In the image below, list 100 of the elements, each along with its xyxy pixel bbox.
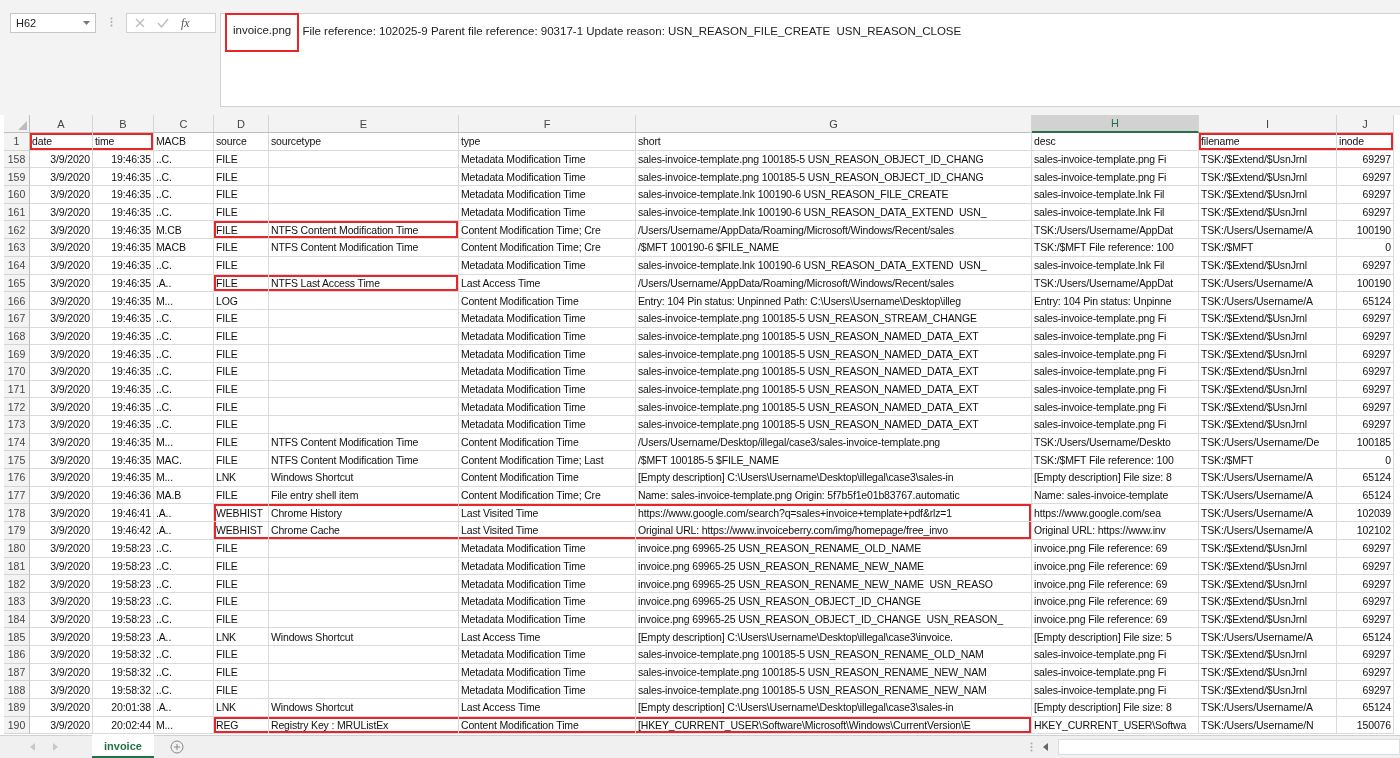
- insert-function-button[interactable]: fx: [181, 15, 190, 31]
- add-sheet-icon[interactable]: [169, 740, 184, 754]
- horizontal-scrollbar[interactable]: [1058, 739, 1400, 755]
- table-cell: 3/9/2020: [30, 203, 93, 222]
- table-cell: ..C.: [154, 681, 214, 699]
- table-cell: TSK:/Users/Username/AppDat: [1032, 221, 1199, 240]
- caret-icon[interactable]: [83, 21, 90, 25]
- table-cell: TSK:/$MFT File reference: 100: [1032, 239, 1199, 257]
- table-cell: TSK:/$Extend/$UsnJrnl: [1199, 575, 1337, 593]
- table-cell: Metadata Modification Time: [459, 168, 636, 187]
- row-number[interactable]: 179: [4, 522, 30, 540]
- column-header[interactable]: F: [459, 115, 636, 133]
- name-box[interactable]: H62: [10, 13, 96, 33]
- row-number[interactable]: 189: [4, 699, 30, 717]
- table-cell: Metadata Modification Time: [459, 186, 636, 204]
- table-cell: .A..: [154, 504, 214, 523]
- column-header[interactable]: I: [1199, 115, 1337, 133]
- scroll-left-icon[interactable]: [1043, 743, 1048, 751]
- table-cell: FILE: [214, 221, 269, 240]
- column-header[interactable]: D: [214, 115, 269, 133]
- row-number[interactable]: 162: [4, 221, 30, 240]
- table-cell: Metadata Modification Time: [459, 327, 636, 346]
- column-header[interactable]: H: [1032, 115, 1199, 133]
- row-number[interactable]: 175: [4, 451, 30, 470]
- table-cell: TSK:/$Extend/$UsnJrnl: [1199, 168, 1337, 187]
- table-cell: Name: sales-invoice-template.png Origin: 5f7b5f1e01b83767.automatic: [636, 486, 1032, 505]
- table-cell: FILE: [214, 592, 269, 611]
- column-header[interactable]: C: [154, 115, 214, 133]
- row-number[interactable]: 159: [4, 168, 30, 187]
- table-cell: invoice.png File reference: 69: [1032, 592, 1199, 611]
- table-cell: ..C.: [154, 362, 214, 381]
- column-header[interactable]: A: [30, 115, 93, 133]
- table-cell: Windows Shortcut: [269, 628, 459, 646]
- table-cell: sales-invoice-template.png Fi: [1032, 362, 1199, 381]
- table-cell: [Empty description] File size: 8: [1032, 699, 1199, 717]
- row-number[interactable]: 178: [4, 504, 30, 523]
- table-cell: TSK:/Users/Username/A: [1199, 504, 1337, 523]
- table-cell: https://www.google.com/search?q=sales+invoice+template+pdf&rlz=1: [636, 504, 1032, 523]
- table-cell: 19:46:35: [93, 221, 154, 240]
- table-cell: FILE: [214, 239, 269, 257]
- table-cell: FILE: [214, 557, 269, 576]
- table-cell: 3/9/2020: [30, 362, 93, 381]
- table-cell: invoice.png 69965-25 USN_REASON_RENAME_NEW_NAME USN_REASO: [636, 575, 1032, 593]
- table-cell: 19:46:42: [93, 522, 154, 540]
- table-cell: FILE: [214, 681, 269, 699]
- header-cell: sourcetype: [269, 133, 459, 151]
- table-cell: 3/9/2020: [30, 681, 93, 699]
- table-cell: ..C.: [154, 557, 214, 576]
- table-cell: sales-invoice-template.png 100185-5 USN_REASON_RENAME_OLD_NAM: [636, 645, 1032, 664]
- row-number[interactable]: 169: [4, 345, 30, 363]
- table-cell: FILE: [214, 309, 269, 328]
- row-number[interactable]: 182: [4, 575, 30, 593]
- table-cell: FILE: [214, 575, 269, 593]
- table-cell: 19:46:35: [93, 451, 154, 470]
- table-cell: 3/9/2020: [30, 256, 93, 275]
- check-icon[interactable]: [157, 18, 169, 28]
- row-number[interactable]: 1: [4, 133, 30, 151]
- column-header[interactable]: B: [93, 115, 154, 133]
- row-number[interactable]: 166: [4, 292, 30, 310]
- table-cell: 3/9/2020: [30, 628, 93, 646]
- table-cell: 3/9/2020: [30, 451, 93, 470]
- row-number[interactable]: 160: [4, 186, 30, 204]
- table-cell: TSK:/Users/Username/A: [1199, 699, 1337, 717]
- table-cell: 3/9/2020: [30, 522, 93, 540]
- row-number[interactable]: 172: [4, 398, 30, 416]
- table-cell: TSK:/$Extend/$UsnJrnl: [1199, 203, 1337, 222]
- table-cell: 69297: [1337, 592, 1394, 611]
- column-header[interactable]: J: [1337, 115, 1394, 133]
- table-cell: Content Modification Time: [459, 433, 636, 452]
- table-cell: 19:58:32: [93, 681, 154, 699]
- formula-text: File reference: 102025-9 Parent file reference: 90317-1 Update reason: USN_REASON_FILE_CREATE USN_REASON_CLOSE: [301, 24, 962, 37]
- select-all-icon[interactable]: [18, 121, 27, 130]
- table-cell: Metadata Modification Time: [459, 203, 636, 222]
- table-cell: 69297: [1337, 398, 1394, 416]
- table-cell: 65124: [1337, 469, 1394, 487]
- table-cell: Content Modification Time; Cre: [459, 239, 636, 257]
- table-cell: sales-invoice-template.png 100185-5 USN_REASON_OBJECT_ID_CHANG: [636, 150, 1032, 169]
- table-cell: sales-invoice-template.lnk Fil: [1032, 203, 1199, 222]
- table-cell: ..C.: [154, 398, 214, 416]
- sheet-tab[interactable]: invoice: [92, 735, 154, 758]
- table-cell: 20:01:38: [93, 699, 154, 717]
- table-cell: 19:46:35: [93, 345, 154, 363]
- table-cell: FILE: [214, 610, 269, 629]
- table-cell: 65124: [1337, 628, 1394, 646]
- row-number[interactable]: 188: [4, 681, 30, 699]
- table-cell: TSK:/$Extend/$UsnJrnl: [1199, 557, 1337, 576]
- table-cell: ..C.: [154, 203, 214, 222]
- table-cell: 19:46:35: [93, 239, 154, 257]
- cancel-icon[interactable]: [135, 18, 145, 28]
- table-cell: [Empty description] C:\Users\Username\Desktop\illegal\case3\sales-in: [636, 469, 1032, 487]
- column-header[interactable]: G: [636, 115, 1032, 133]
- row-number[interactable]: 173: [4, 416, 30, 434]
- scroll-right-icon[interactable]: [53, 743, 58, 751]
- row-number[interactable]: 163: [4, 239, 30, 257]
- formula-field[interactable]: invoice.png File reference: 102025-9 Parent file reference: 90317-1 Update reason: USN_REASON_FILE_CREATE USN_REASON_CLOSE: [220, 13, 1400, 107]
- table-cell: 3/9/2020: [30, 433, 93, 452]
- table-cell: [Empty description] File size: 8: [1032, 469, 1199, 487]
- column-header[interactable]: E: [269, 115, 459, 133]
- row-number[interactable]: 176: [4, 469, 30, 487]
- row-number[interactable]: 185: [4, 628, 30, 646]
